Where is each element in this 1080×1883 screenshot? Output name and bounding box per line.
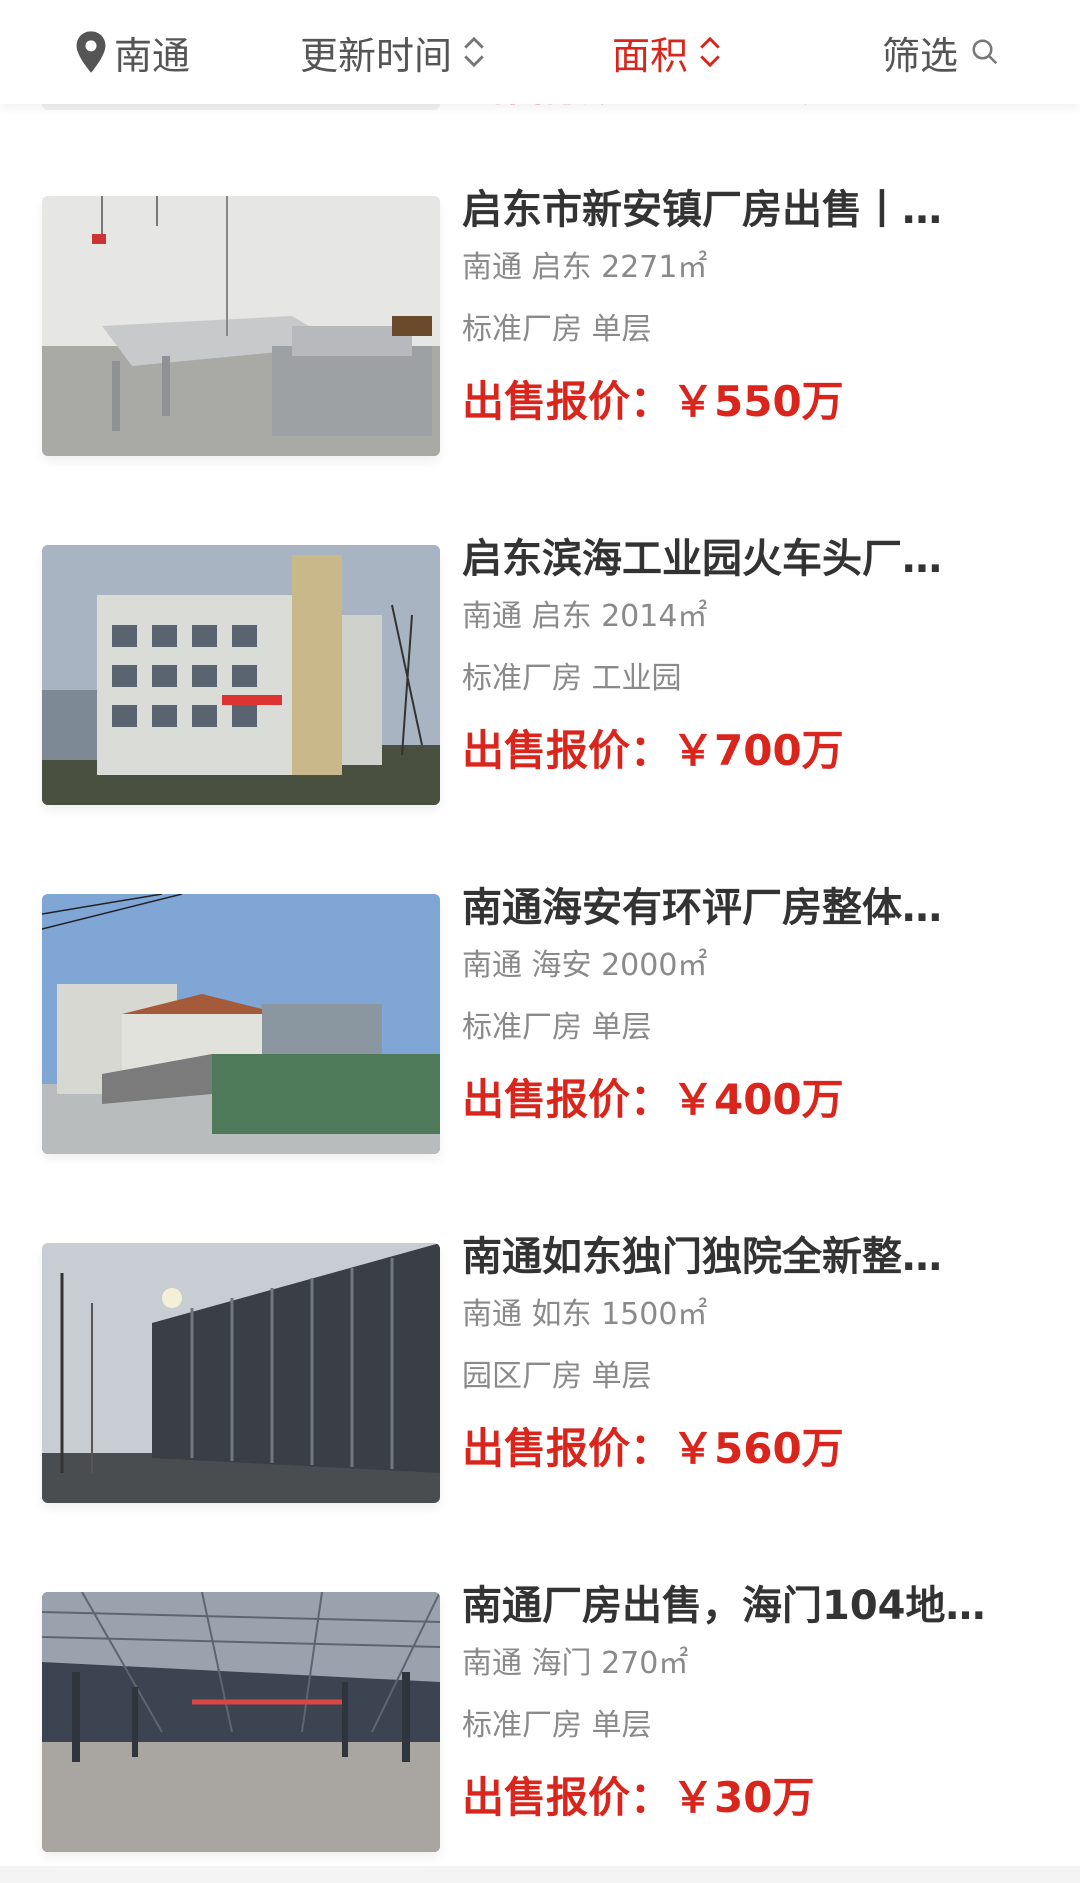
location-label: 南通 [114, 33, 191, 78]
listing-card[interactable]: 南通厂房出售，海门104地… 南通 海门 270㎡ 标准厂房 单层 出售报价：￥… [0, 1580, 1080, 1870]
listing-title[interactable]: 南通厂房出售，海门104地… [462, 1580, 1032, 1632]
filter-bar: 南通 更新时间 面积 筛选 [0, 0, 1080, 104]
sort-time-tab[interactable]: 更新时间 [300, 0, 486, 104]
filter-label: 筛选 [882, 33, 959, 78]
listing-info: 启东市新安镇厂房出售丨… 南通 启东 2271㎡ 标准厂房 单层 出售报价：￥5… [462, 184, 1052, 430]
listing-thumbnail[interactable] [42, 1592, 440, 1852]
location-pin-icon [76, 31, 106, 73]
listing-tags: 园区厂房 单层 [462, 1359, 652, 1394]
listing-price: 出售报价：￥30万 [462, 1773, 815, 1822]
listing-card[interactable]: 启东滨海工业园火车头厂… 南通 启东 2014㎡ 标准厂房 工业园 出售报价：￥… [0, 533, 1080, 823]
listing-location: 南通 启东 2271㎡ [462, 250, 708, 285]
sort-toggle-icon [700, 36, 720, 68]
listing-thumbnail[interactable] [42, 545, 440, 805]
listing-card[interactable]: 南通如东独门独院全新整… 南通 如东 1500㎡ 园区厂房 单层 出售报价：￥5… [0, 1231, 1080, 1521]
highrise-factory-photo [42, 1243, 440, 1503]
listing-thumbnail[interactable] [42, 1243, 440, 1503]
listing-location: 南通 启东 2014㎡ [462, 599, 708, 634]
bottom-divider [0, 1866, 1080, 1883]
listing-info: 启东滨海工业园火车头厂… 南通 启东 2014㎡ 标准厂房 工业园 出售报价：￥… [462, 533, 1052, 779]
listing-title[interactable]: 南通如东独门独院全新整… [462, 1231, 1032, 1283]
sort-toggle-icon [464, 36, 484, 68]
listing-title[interactable]: 南通海安有环评厂房整体… [462, 882, 1032, 934]
listing-tags: 标准厂房 单层 [462, 1708, 652, 1743]
search-icon [972, 39, 998, 65]
sort-area-tab[interactable]: 面积 [612, 0, 722, 104]
listing-tags: 标准厂房 单层 [462, 312, 652, 347]
listing-title[interactable]: 启东滨海工业园火车头厂… [462, 533, 1032, 585]
listing-price: 出售报价：￥560万 [462, 1424, 844, 1473]
listing-info: 南通如东独门独院全新整… 南通 如东 1500㎡ 园区厂房 单层 出售报价：￥5… [462, 1231, 1052, 1477]
factory-building-photo [42, 545, 440, 805]
listing-title[interactable]: 启东市新安镇厂房出售丨… [462, 184, 1032, 236]
listing-tags: 标准厂房 单层 [462, 1010, 652, 1045]
listing-info: 南通海安有环评厂房整体… 南通 海安 2000㎡ 标准厂房 单层 出售报价：￥4… [462, 882, 1052, 1128]
sort-area-label: 面积 [612, 33, 689, 78]
listing-info: 南通厂房出售，海门104地… 南通 海门 270㎡ 标准厂房 单层 出售报价：￥… [462, 1580, 1052, 1826]
listing-price: 出售报价：￥700万 [462, 726, 844, 775]
listing-card[interactable]: 启东市新安镇厂房出售丨… 南通 启东 2271㎡ 标准厂房 单层 出售报价：￥5… [0, 184, 1080, 474]
listing-tags: 标准厂房 工业园 [462, 661, 682, 696]
listing-price: 出售报价：￥400万 [462, 1075, 844, 1124]
listing-thumbnail[interactable] [42, 894, 440, 1154]
factory-interior-photo [42, 196, 440, 456]
steel-warehouse-photo [42, 1592, 440, 1852]
listing-location: 南通 海安 2000㎡ [462, 948, 708, 983]
listing-location: 南通 海门 270㎡ [462, 1646, 689, 1681]
listing-price: 出售报价：￥550万 [462, 377, 844, 426]
filter-button[interactable]: 筛选 [882, 0, 1000, 104]
listing-thumbnail[interactable] [42, 196, 440, 456]
factory-gate-photo [42, 894, 440, 1154]
sort-time-label: 更新时间 [300, 33, 453, 78]
listing-location: 南通 如东 1500㎡ [462, 1297, 708, 1332]
listing-card[interactable]: 南通海安有环评厂房整体… 南通 海安 2000㎡ 标准厂房 单层 出售报价：￥4… [0, 882, 1080, 1172]
location-filter[interactable]: 南通 [74, 0, 190, 104]
